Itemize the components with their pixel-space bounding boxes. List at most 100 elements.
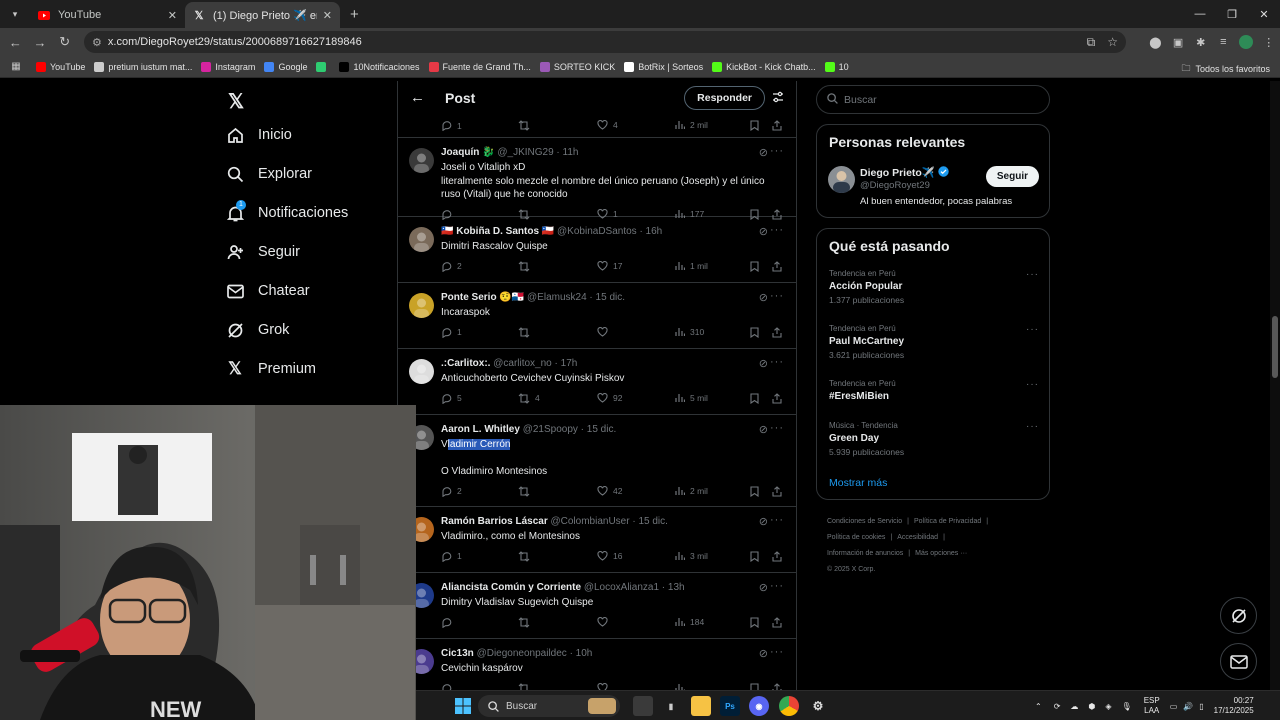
like-action[interactable] [597, 682, 613, 690]
views-action[interactable]: 3 mil [675, 551, 708, 561]
grok-icon[interactable]: ⊘ [759, 647, 768, 660]
retweet-action[interactable] [518, 120, 535, 131]
sliders-icon[interactable] [772, 90, 784, 108]
footer-link[interactable]: Más opciones ··· [915, 550, 967, 557]
more-options-icon[interactable]: ··· [770, 290, 784, 302]
like-action[interactable]: 16 [597, 551, 622, 561]
battery-icon[interactable]: ▯ [1199, 702, 1203, 711]
tray-app-icon[interactable]: ◈ [1105, 702, 1111, 711]
bookmark-item[interactable] [316, 61, 330, 72]
author-handle-time[interactable]: @ColombianUser · 15 dic. [551, 516, 668, 527]
more-options-icon[interactable]: ··· [770, 356, 784, 368]
back-arrow-icon[interactable]: ← [410, 89, 425, 106]
grok-fab-button[interactable] [1220, 597, 1257, 634]
follow-button[interactable]: Seguir [985, 166, 1039, 187]
grok-icon[interactable]: ⊘ [759, 357, 768, 370]
grok-icon[interactable]: ⊘ [759, 146, 768, 159]
avatar[interactable] [409, 148, 434, 173]
reply-action[interactable]: 1 [441, 120, 462, 131]
share-action[interactable] [772, 616, 787, 628]
avatar[interactable] [409, 359, 434, 384]
site-info-icon[interactable]: ⚙ [92, 36, 102, 49]
author-handle-time[interactable]: @LocoxAlianza1 · 13h [584, 582, 685, 593]
chrome-icon[interactable] [779, 696, 799, 716]
share-action[interactable] [772, 485, 787, 497]
retweet-action[interactable] [518, 550, 535, 562]
bookmark-item[interactable]: Fuente de Grand Th... [428, 61, 531, 72]
bookmark-item[interactable]: BotRix | Sorteos [624, 61, 703, 72]
views-action[interactable]: 2 mil [675, 120, 708, 130]
trend-item[interactable]: Música · Tendencia Green Day 5.939 publi… [829, 421, 1039, 457]
extension-icon[interactable]: ▣ [1167, 30, 1190, 54]
file-explorer-icon[interactable] [691, 696, 711, 716]
apps-grid-icon[interactable]: ▦ [4, 55, 28, 79]
photoshop-icon[interactable]: Ps [720, 696, 740, 716]
minimize-icon[interactable]: — [1184, 0, 1216, 28]
tab-x-post[interactable]: 𝕏 (1) Diego Prieto ✈️ en X: "Un n ✕ [185, 2, 340, 28]
show-more-link[interactable]: Mostrar más [829, 477, 887, 489]
author-handle-time[interactable]: @Diegoneonpaildec · 10h [477, 648, 593, 659]
grok-icon[interactable]: ⊘ [759, 423, 768, 436]
views-action[interactable]: 184 [675, 617, 704, 627]
close-window-icon[interactable]: ✕ [1248, 0, 1280, 28]
restore-icon[interactable]: ❐ [1216, 0, 1248, 28]
bookmark-action[interactable] [750, 120, 764, 131]
more-options-icon[interactable]: ··· [1026, 324, 1039, 335]
grok-icon[interactable]: ⊘ [759, 291, 768, 304]
reply-action[interactable] [441, 617, 457, 628]
author-name[interactable]: Cic13n [441, 648, 474, 659]
reading-list-icon[interactable]: ≡ [1212, 30, 1235, 54]
views-action[interactable]: 310 [675, 327, 704, 337]
nav-item-grok[interactable]: Grok [226, 321, 289, 339]
reply-action[interactable]: 1 [441, 551, 462, 562]
footer-link[interactable]: Accesibilidad [897, 534, 938, 541]
profile-avatar[interactable] [1235, 30, 1258, 54]
nav-item-explorar[interactable]: Explorar [226, 165, 312, 183]
bookmark-action[interactable] [750, 616, 764, 628]
chrome-menu-icon[interactable]: ⋮ [1257, 30, 1280, 54]
avatar[interactable] [409, 227, 434, 252]
tweet[interactable]: Ponte Serio 🤨🇵🇦 @Elamusk24 · 15 dic. ⊘ ·… [398, 283, 796, 349]
author-handle-time[interactable]: @KobinaDSantos · 16h [557, 226, 662, 237]
taskbar-search[interactable]: Buscar [478, 695, 620, 717]
discord-icon[interactable]: ◉ [749, 696, 769, 716]
reply-action[interactable]: 2 [441, 486, 462, 497]
close-icon[interactable]: ✕ [323, 9, 332, 22]
tray-app-icon[interactable]: ⟳ [1054, 702, 1061, 711]
grok-icon[interactable]: ⊘ [759, 581, 768, 594]
clock[interactable]: 00:27 17/12/2025 [1214, 696, 1254, 716]
tweet[interactable]: .:Carlitox:. @carlitox_no · 17h ⊘ ··· An… [398, 349, 796, 415]
share-action[interactable] [772, 392, 787, 404]
retweet-action[interactable] [518, 616, 535, 628]
extension-icon[interactable]: ⬤ [1144, 30, 1167, 54]
more-options-icon[interactable]: ··· [770, 224, 784, 236]
tweet[interactable]: Cic13n @Diegoneonpaildec · 10h ⊘ ··· Cev… [398, 639, 796, 690]
x-logo-icon[interactable]: 𝕏 [228, 89, 244, 114]
address-bar[interactable]: ⚙ x.com/DiegoRoyet29/status/200068971662… [84, 31, 1127, 53]
share-action[interactable] [772, 326, 787, 338]
bookmark-action[interactable] [750, 550, 764, 562]
forward-icon[interactable]: → [29, 30, 52, 54]
retweet-action[interactable] [518, 326, 535, 338]
more-options-icon[interactable]: ··· [770, 646, 784, 658]
bookmark-action[interactable] [750, 326, 764, 338]
reply-action[interactable]: 2 [441, 261, 462, 272]
chevron-up-icon[interactable]: ⌃ [1035, 702, 1042, 711]
trend-item[interactable]: Tendencia en Perú #EresMiBien ··· [829, 379, 1039, 402]
extensions-puzzle-icon[interactable]: ✱ [1189, 30, 1212, 54]
tweet[interactable]: Aliancista Común y Corriente @LocoxAlian… [398, 573, 796, 639]
author-handle-time[interactable]: @_JKING29 · 11h [497, 147, 578, 158]
close-icon[interactable]: ✕ [168, 9, 177, 22]
share-action[interactable] [772, 260, 787, 272]
footer-link[interactable]: Política de cookies [827, 534, 885, 541]
search-input[interactable] [844, 93, 1024, 106]
views-action[interactable]: 5 mil [675, 393, 708, 403]
tab-search-button[interactable]: ▾ [4, 3, 26, 25]
bookmark-action[interactable] [750, 485, 764, 497]
nav-item-chatear[interactable]: Chatear [226, 282, 310, 300]
bookmark-item[interactable]: Google [264, 61, 307, 72]
more-options-icon[interactable]: ··· [1026, 421, 1039, 432]
author-name[interactable]: Aaron L. Whitley [441, 424, 520, 435]
nav-item-seguir[interactable]: Seguir [226, 243, 300, 261]
footer-link[interactable]: Condiciones de Servicio [827, 518, 902, 525]
